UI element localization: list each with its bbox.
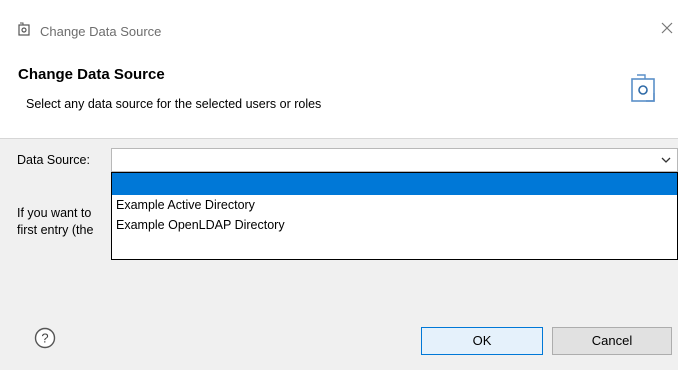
dropdown-option-empty[interactable] <box>112 173 677 195</box>
window-title: Change Data Source <box>40 24 162 39</box>
dropdown-option-active-directory[interactable]: Example Active Directory <box>112 195 677 215</box>
svg-text:?: ? <box>41 331 48 346</box>
dialog-header: Change Data Source Select any data sourc… <box>0 60 678 138</box>
dropdown-option-openldap[interactable]: Example OpenLDAP Directory <box>112 215 677 235</box>
data-source-select[interactable] <box>111 148 678 172</box>
data-source-icon <box>18 22 30 36</box>
title-bar: Change Data Source <box>0 0 678 60</box>
ok-button[interactable]: OK <box>421 327 543 355</box>
data-source-label: Data Source: <box>17 153 90 167</box>
chevron-down-icon <box>661 157 671 163</box>
help-text: If you want to first entry (the <box>17 205 117 239</box>
help-icon[interactable]: ? <box>34 327 56 349</box>
help-text-line-1: If you want to <box>17 206 92 220</box>
dialog-message: Select any data source for the selected … <box>26 97 322 111</box>
close-icon[interactable] <box>659 20 675 36</box>
dialog-title: Change Data Source <box>18 66 165 83</box>
data-source-dropdown: Example Active Directory Example OpenLDA… <box>111 172 678 260</box>
cancel-button[interactable]: Cancel <box>552 327 672 355</box>
help-text-line-2: first entry (the <box>17 223 94 237</box>
data-source-banner-icon <box>631 74 655 102</box>
